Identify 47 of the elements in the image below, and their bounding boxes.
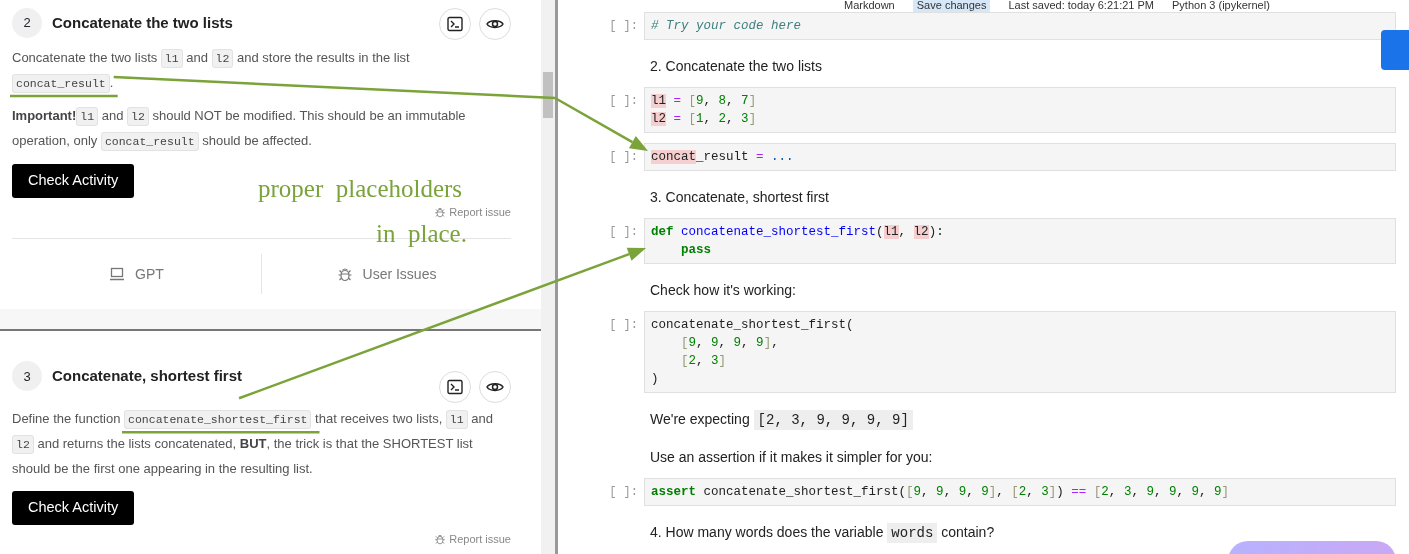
report-issue-link[interactable]: Report issue	[449, 203, 511, 221]
cell-prompt: [ ]:	[608, 224, 639, 241]
bug-icon	[434, 206, 447, 218]
cell-prompt: [ ]:	[608, 484, 639, 501]
gpt-tab[interactable]: GPT	[12, 239, 261, 310]
terminal-icon	[447, 16, 463, 32]
cell-prompt: [ ]:	[608, 317, 639, 334]
terminal-button[interactable]	[439, 371, 471, 404]
task-description: Important! l1 and l2 should NOT be modified. This should be an immutable operation, only concat_result should be affected.	[12, 104, 511, 154]
task-description: Define the function concatenate_shortest_first that receives two lists, l1 and l2 and returns the lists concatenated, BUT, the trick is that the SHORTEST list should be the first one appearing in the resulting list.	[12, 409, 494, 479]
cell-prompt: [ ]:	[608, 18, 639, 35]
markdown-text: Check how it's working:	[649, 281, 797, 300]
save-button[interactable]: Save changes	[912, 0, 991, 12]
step-number: 3	[12, 361, 42, 392]
terminal-button[interactable]	[439, 8, 471, 40]
cell-prompt: [ ]:	[608, 93, 639, 110]
markdown-text: 3. Concatenate, shortest first	[649, 188, 830, 207]
eye-icon	[486, 17, 504, 31]
report-issue-link[interactable]: Report issue	[449, 531, 511, 548]
markdown-text: 4. How many words does the variable words contain?	[649, 522, 996, 545]
check-activity-button[interactable]: Check Activity	[12, 164, 135, 198]
code-cell[interactable]: def concatenate_shortest_first(l1, l2): pass	[644, 218, 1396, 264]
last-saved-text: Last saved: today 6:21:21 PM	[1008, 0, 1154, 12]
markdown-text: 2. Concatenate the two lists	[649, 57, 823, 76]
laptop-icon	[109, 267, 126, 282]
bug-icon	[434, 533, 447, 546]
step-number: 2	[12, 8, 42, 38]
code-cell[interactable]: # Try your code here	[644, 12, 1396, 40]
code-cell[interactable]: concatenate_shortest_first( [9, 9, 9, 9], [2, 3] )	[644, 311, 1396, 393]
kernel-name[interactable]: Python 3 (ipykernel)	[1172, 0, 1270, 12]
cell-prompt: [ ]:	[608, 149, 639, 166]
annotation-text: in place.	[376, 221, 467, 248]
code-cell[interactable]: concat_result = ...	[644, 143, 1396, 171]
markdown-text: Use an assertion if it makes it simpler for you:	[649, 448, 934, 467]
code-cell[interactable]: assert concatenate_shortest_first([9, 9, 9, 9], [2, 3]) == [2, 3, 9, 9, 9, 9]	[644, 478, 1396, 506]
terminal-icon	[447, 379, 463, 396]
view-button[interactable]	[479, 8, 511, 40]
bug-icon	[336, 266, 353, 283]
cell-type-dropdown[interactable]: Markdown	[844, 0, 895, 12]
markdown-text: We're expecting [2, 3, 9, 9, 9, 9]	[604, 403, 1396, 441]
task-title: Concatenate, shortest first	[52, 366, 244, 387]
task-title: Concatenate the two lists	[52, 13, 234, 33]
annotation-text: proper placeholders	[258, 175, 463, 202]
view-button[interactable]	[479, 371, 511, 404]
code-cell[interactable]: l1 = [9, 8, 7] l2 = [1, 2, 3]	[644, 87, 1396, 133]
check-activity-button[interactable]: Check Activity	[12, 491, 135, 525]
task-description: Concatenate the two lists l1 and l2 and store the results in the list concat_result .	[12, 46, 511, 96]
